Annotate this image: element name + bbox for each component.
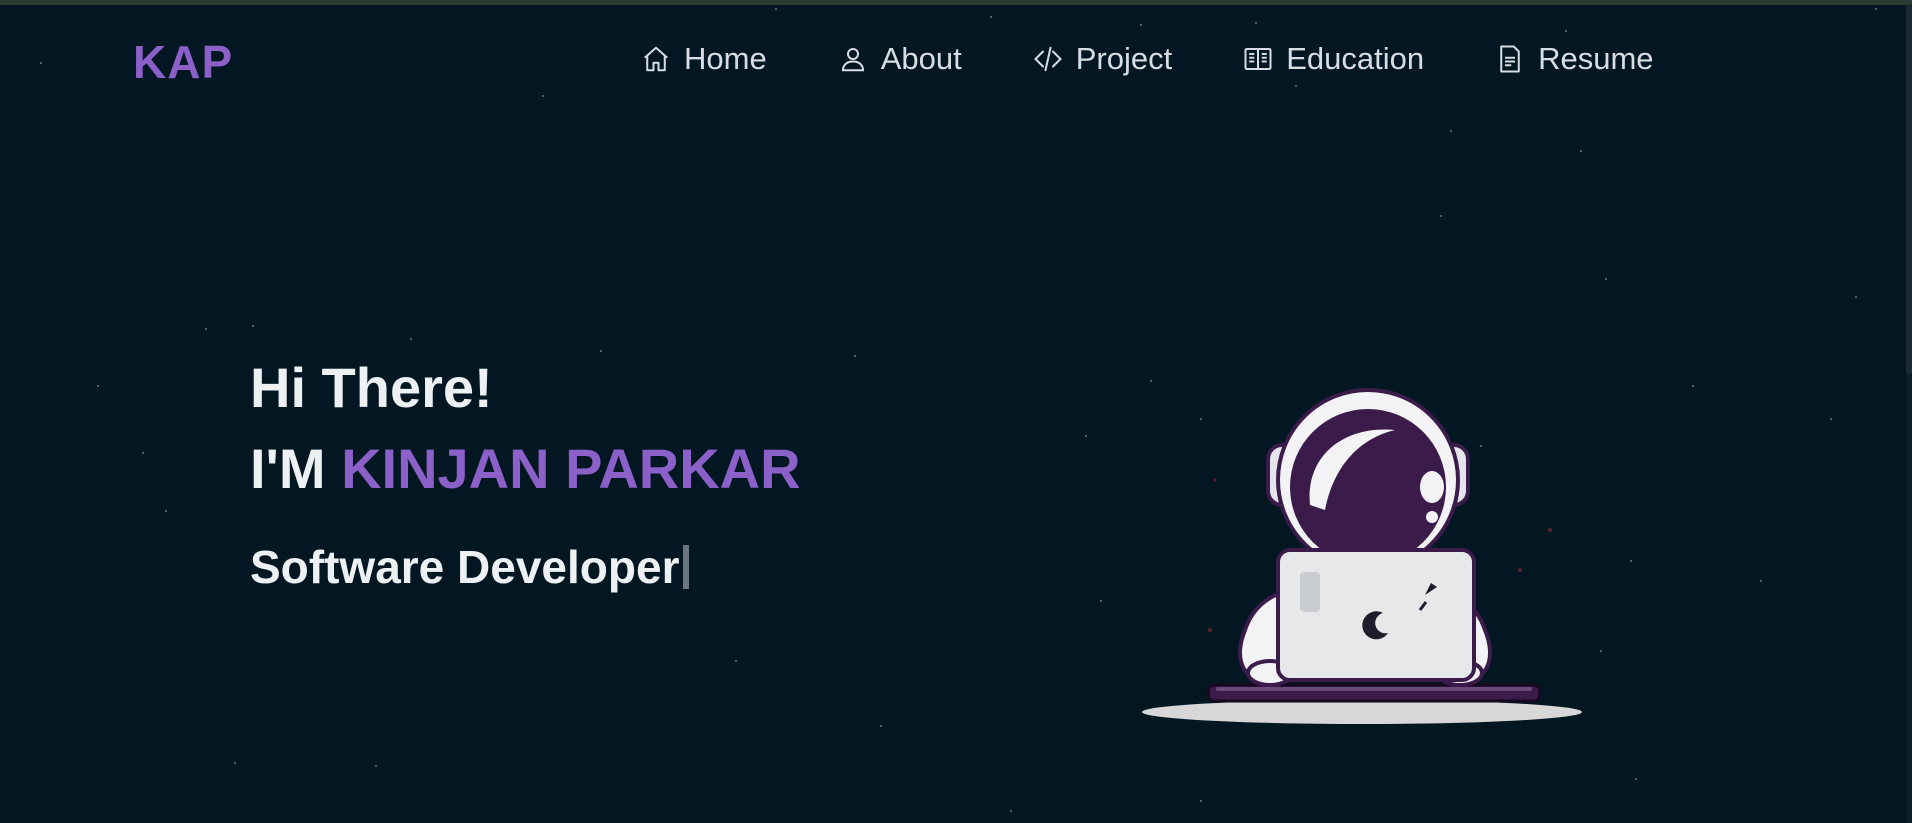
document-icon xyxy=(1494,43,1526,75)
star-dot xyxy=(252,325,254,327)
star-dot xyxy=(1600,650,1602,652)
star-dot xyxy=(1855,296,1857,298)
star-dot xyxy=(1760,580,1762,582)
code-icon xyxy=(1032,43,1064,75)
star-dot xyxy=(1830,418,1832,420)
typewriter-role: Software Developer xyxy=(250,540,801,594)
star-dot xyxy=(205,328,207,330)
greeting-heading: Hi There! xyxy=(250,356,493,419)
hero-text: Hi There! I'M KINJAN PARKAR Software Dev… xyxy=(250,350,801,594)
star-dot xyxy=(97,385,99,387)
logo[interactable]: KAP xyxy=(133,35,233,89)
nav-item-about[interactable]: About xyxy=(837,41,962,77)
intro-heading: I'M KINJAN PARKAR xyxy=(250,426,801,512)
astronaut-laptop-illustration xyxy=(1142,388,1582,724)
navbar: KAP Home About Project Education Resume xyxy=(0,5,1912,115)
star-dot xyxy=(735,660,737,662)
star-dot xyxy=(1085,435,1087,437)
book-icon xyxy=(1242,43,1274,75)
star-dot xyxy=(1100,600,1102,602)
nav-links: Home About Project Education Resume xyxy=(640,41,1654,77)
star-dot xyxy=(1200,800,1202,802)
nav-label-education: Education xyxy=(1286,41,1425,76)
nav-item-project[interactable]: Project xyxy=(1032,41,1172,77)
star-dot xyxy=(1605,278,1607,280)
nav-label-project: Project xyxy=(1075,41,1173,76)
nav-item-home[interactable]: Home xyxy=(640,41,767,77)
nav-label-resume: Resume xyxy=(1538,41,1654,76)
star-dot xyxy=(1580,150,1582,152)
scrollbar-thumb[interactable] xyxy=(1906,5,1912,375)
nav-label-about: About xyxy=(880,41,962,76)
star-dot xyxy=(1692,385,1694,387)
page: KAP Home About Project Education Resume … xyxy=(0,0,1912,823)
star-dot xyxy=(1450,130,1452,132)
star-dot xyxy=(854,355,856,357)
role-text: Software Developer xyxy=(250,541,680,593)
star-dot xyxy=(410,338,412,340)
star-dot xyxy=(1635,778,1637,780)
intro-prefix: I'M xyxy=(250,437,342,500)
star-dot xyxy=(142,452,144,454)
star-dot xyxy=(234,762,236,764)
star-dot xyxy=(375,765,377,767)
nav-label-home: Home xyxy=(684,41,767,76)
user-icon xyxy=(837,43,869,75)
typing-cursor xyxy=(683,545,690,589)
nav-item-resume[interactable]: Resume xyxy=(1494,41,1654,77)
star-dot xyxy=(1630,560,1632,562)
star-dot xyxy=(165,510,167,512)
hero-name: KINJAN PARKAR xyxy=(341,437,801,500)
home-icon xyxy=(640,43,672,75)
star-dot xyxy=(1010,810,1012,812)
nav-item-education[interactable]: Education xyxy=(1242,41,1424,77)
star-dot xyxy=(1440,215,1442,217)
star-dot xyxy=(880,725,882,727)
